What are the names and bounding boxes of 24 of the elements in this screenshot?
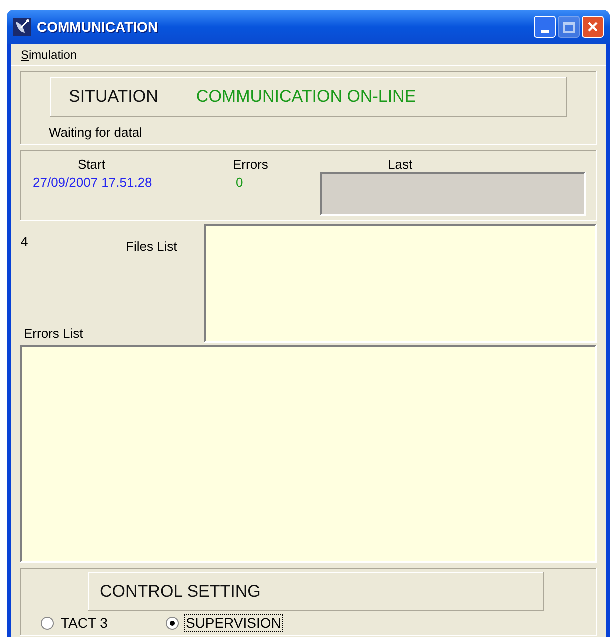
close-icon [587, 21, 599, 33]
errors-list-label: Errors List [24, 324, 84, 342]
minimize-button[interactable] [534, 16, 556, 38]
control-setting-title: CONTROL SETTING [100, 580, 261, 603]
file-count: 4 [21, 233, 28, 251]
files-list[interactable] [204, 224, 597, 343]
radio-button[interactable] [166, 616, 179, 630]
close-button[interactable] [582, 16, 604, 38]
errors-label: Errors [233, 156, 268, 174]
start-label: Start [78, 156, 106, 174]
errors-count: 0 [236, 174, 244, 192]
satellite-dish-icon [13, 18, 31, 36]
last-label: Last [388, 156, 413, 174]
status-text: COMMUNICATION ON-LINE [196, 86, 416, 108]
files-list-label: Files List [126, 238, 178, 256]
radio-label[interactable]: SUPERVISION [184, 614, 284, 632]
radio-button[interactable] [41, 616, 54, 630]
situation-label: SITUATION [69, 86, 158, 108]
radio-label[interactable]: TACT 3 [59, 614, 110, 632]
maximize-button[interactable] [558, 16, 580, 38]
status-message: Waiting for datal [49, 124, 142, 142]
menu-item[interactable]: Simulation [17, 46, 82, 64]
window-title: COMMUNICATION [37, 18, 158, 36]
start-value: 27/09/2007 17.51.28 [33, 174, 152, 192]
